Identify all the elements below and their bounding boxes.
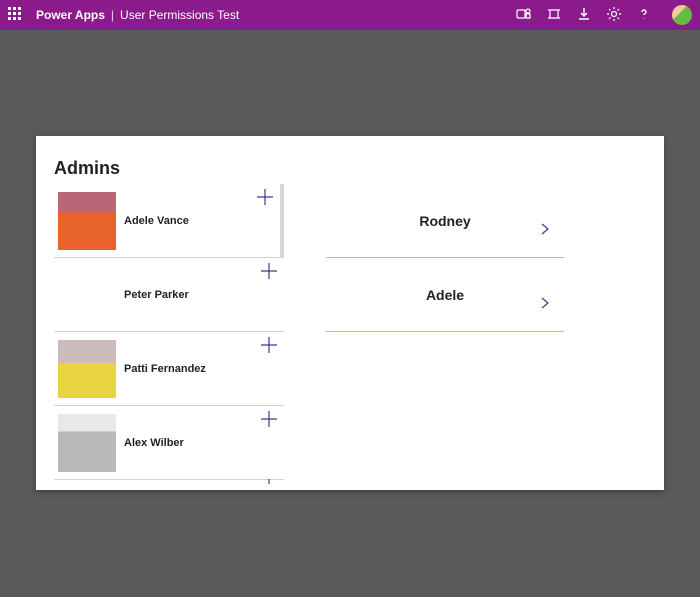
admin-photo <box>58 340 116 398</box>
brand-label: Power Apps <box>36 8 105 22</box>
admin-name: Peter Parker <box>124 289 189 301</box>
admin-photo <box>58 414 116 472</box>
topbar-actions <box>516 5 692 25</box>
detail-row[interactable]: Rodney <box>326 184 564 258</box>
add-button[interactable] <box>260 478 278 484</box>
app-title: User Permissions Test <box>120 8 239 22</box>
admins-heading: Admins <box>36 136 664 187</box>
detail-name: Adele <box>326 287 564 303</box>
detail-name: Rodney <box>326 213 564 229</box>
add-button[interactable] <box>256 188 274 206</box>
title-divider: | <box>111 8 114 22</box>
admin-row[interactable]: Peter Parker <box>54 258 284 332</box>
admin-row[interactable] <box>54 480 284 484</box>
teams-icon[interactable] <box>516 6 532 25</box>
help-icon[interactable] <box>636 6 652 25</box>
app-canvas: Admins Adele Vance Peter Parker Patti Fe… <box>36 136 664 490</box>
details-list: Rodney Adele <box>326 184 564 332</box>
admin-name: Adele Vance <box>124 215 189 227</box>
app-topbar: Power Apps | User Permissions Test <box>0 0 700 30</box>
add-button[interactable] <box>260 262 278 280</box>
admin-photo <box>58 266 116 324</box>
settings-icon[interactable] <box>606 6 622 25</box>
admin-name: Patti Fernandez <box>124 363 206 375</box>
user-avatar[interactable] <box>672 5 692 25</box>
admin-row[interactable]: Adele Vance <box>54 184 284 258</box>
admin-photo <box>58 192 116 250</box>
fit-icon[interactable] <box>546 6 562 25</box>
chevron-right-icon <box>538 222 554 238</box>
admin-row[interactable]: Patti Fernandez <box>54 332 284 406</box>
admin-row[interactable]: Alex Wilber <box>54 406 284 480</box>
admin-name: Alex Wilber <box>124 437 184 449</box>
admins-list: Adele Vance Peter Parker Patti Fernandez… <box>54 184 284 484</box>
add-button[interactable] <box>260 336 278 354</box>
chevron-right-icon <box>538 296 554 312</box>
detail-row[interactable]: Adele <box>326 258 564 332</box>
app-launcher-icon[interactable] <box>8 7 24 23</box>
download-icon[interactable] <box>576 6 592 25</box>
add-button[interactable] <box>260 410 278 428</box>
